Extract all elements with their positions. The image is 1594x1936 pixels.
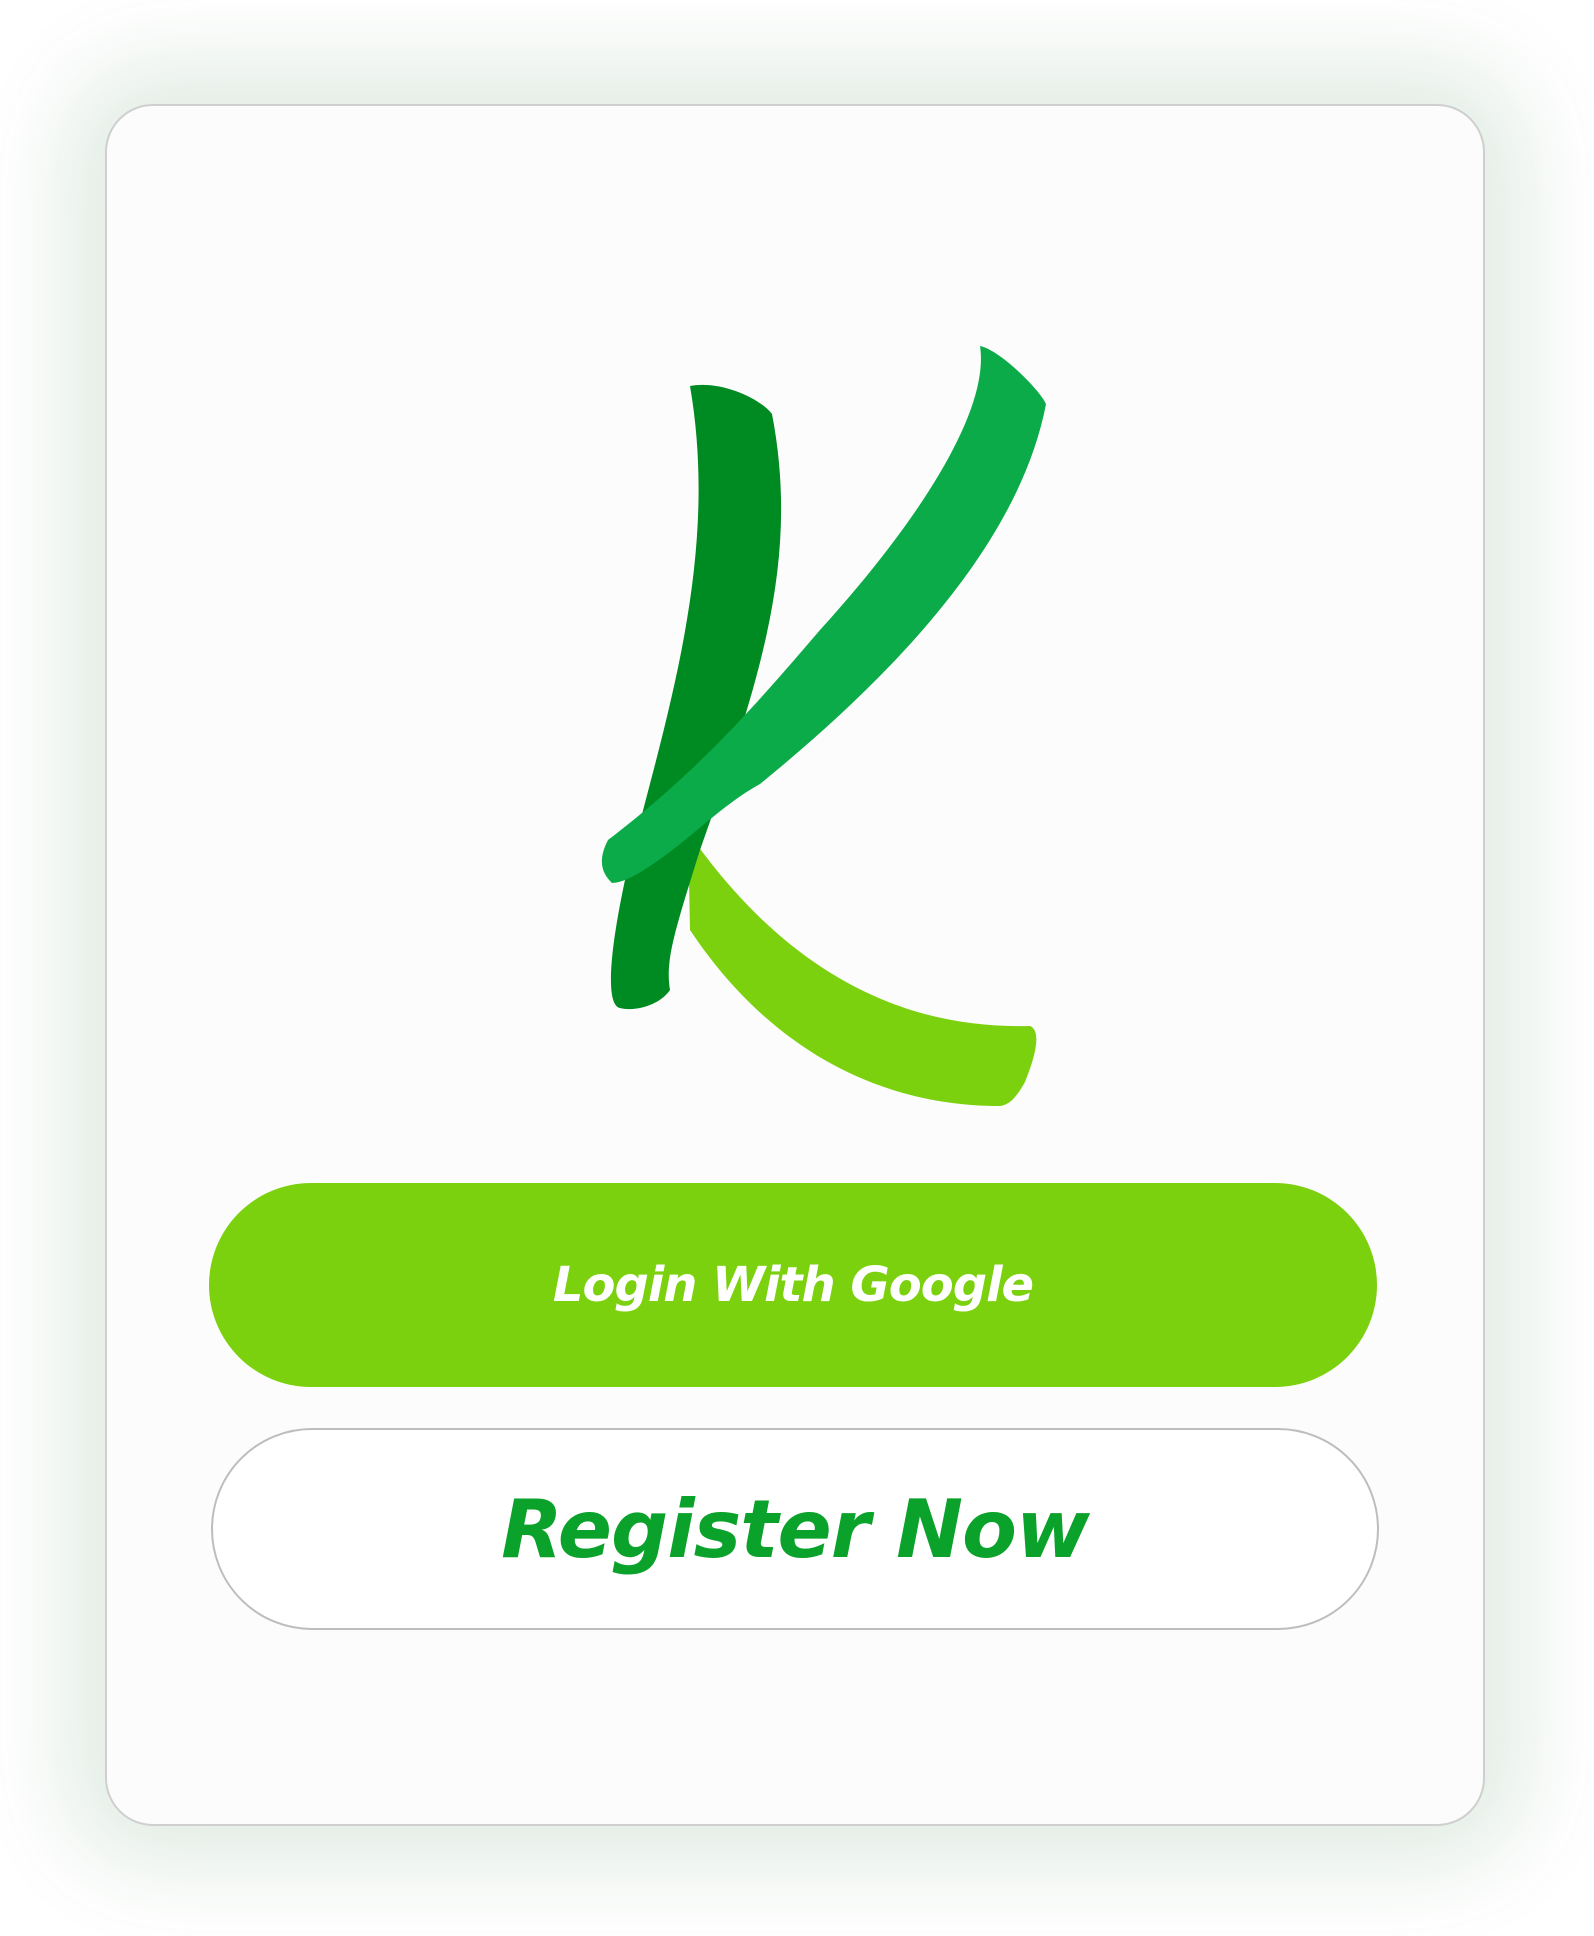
- login-with-google-label: Login With Google: [552, 1257, 1034, 1313]
- register-now-label: Register Now: [501, 1482, 1090, 1576]
- login-with-google-button[interactable]: Login With Google: [209, 1183, 1377, 1387]
- register-now-button[interactable]: Register Now: [211, 1428, 1379, 1630]
